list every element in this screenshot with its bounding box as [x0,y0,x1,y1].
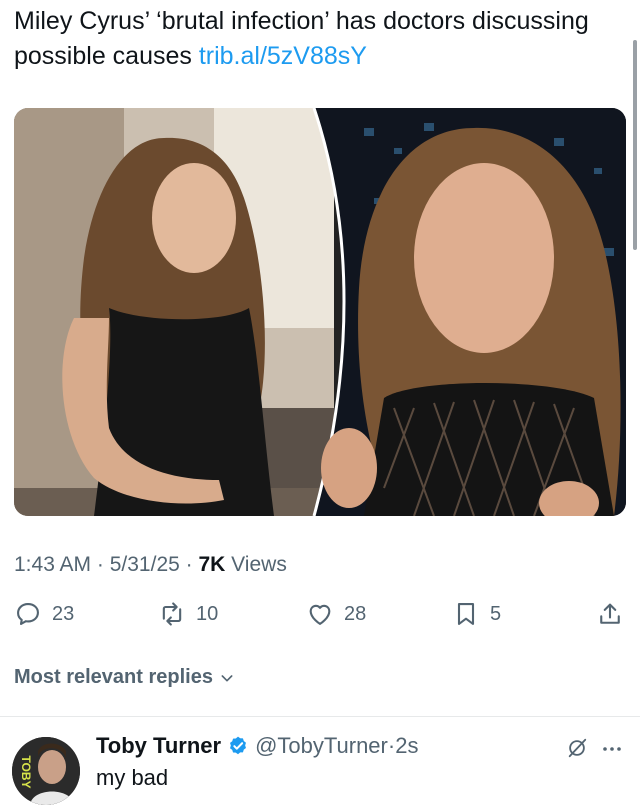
like-button[interactable]: 28 [306,600,366,628]
replies-sort-label: Most relevant replies [14,666,213,688]
views-count: 7K [198,553,226,576]
tweet-actions: 23 10 28 5 [14,600,626,634]
avatar-image: TOBY [12,737,80,805]
replies-sort-dropdown[interactable]: Most relevant replies [14,666,235,689]
grok-icon[interactable] [566,737,588,759]
share-icon [600,603,620,624]
tweet-link[interactable]: trib.al/5zV88sY [199,42,367,70]
bookmark-button[interactable]: 5 [452,600,501,628]
tweet-media-image[interactable] [14,108,626,516]
reply-author-name[interactable]: Toby Turner [96,733,221,759]
reply-button[interactable]: 23 [14,600,74,628]
reply-text: my bad [96,765,169,790]
photo-collage [14,108,626,516]
tweet-date: 5/31/25 [109,553,180,576]
bookmark-count: 5 [490,602,502,625]
views-label: Views [225,553,287,576]
repost-icon [162,602,182,626]
meta-separator: · [91,553,110,576]
avatar[interactable]: TOBY [12,737,80,805]
avatar-lettering: TOBY [19,755,33,788]
meta-separator: · [387,733,396,758]
repost-button[interactable]: 10 [158,600,218,628]
reply-author-handle[interactable]: @TobyTurner [255,733,388,759]
reply-time: 2s [395,733,419,758]
verified-badge-icon [230,736,247,755]
like-count: 28 [344,602,367,625]
share-button[interactable] [596,600,624,628]
scrollbar[interactable] [633,40,637,250]
meta-separator: · [179,553,199,576]
tweet-text: Miley Cyrus’ ‘brutal infection’ has doct… [14,4,614,74]
reply-header: Toby Turner @TobyTurner · 2s [96,733,418,759]
reply-icon [17,603,39,625]
chevron-down-icon [221,674,233,681]
tweet-time: 1:43 AM [14,553,92,576]
reply-count: 23 [52,602,75,625]
tweet-meta: 1:43 AM · 5/31/25 · 7K Views [14,553,287,577]
bookmark-icon [457,603,475,625]
more-icon[interactable] [600,737,624,761]
reply-item[interactable]: TOBY Toby Turner @TobyTurner · 2s my bad [0,717,640,805]
like-icon [309,604,331,625]
repost-count: 10 [196,602,219,625]
